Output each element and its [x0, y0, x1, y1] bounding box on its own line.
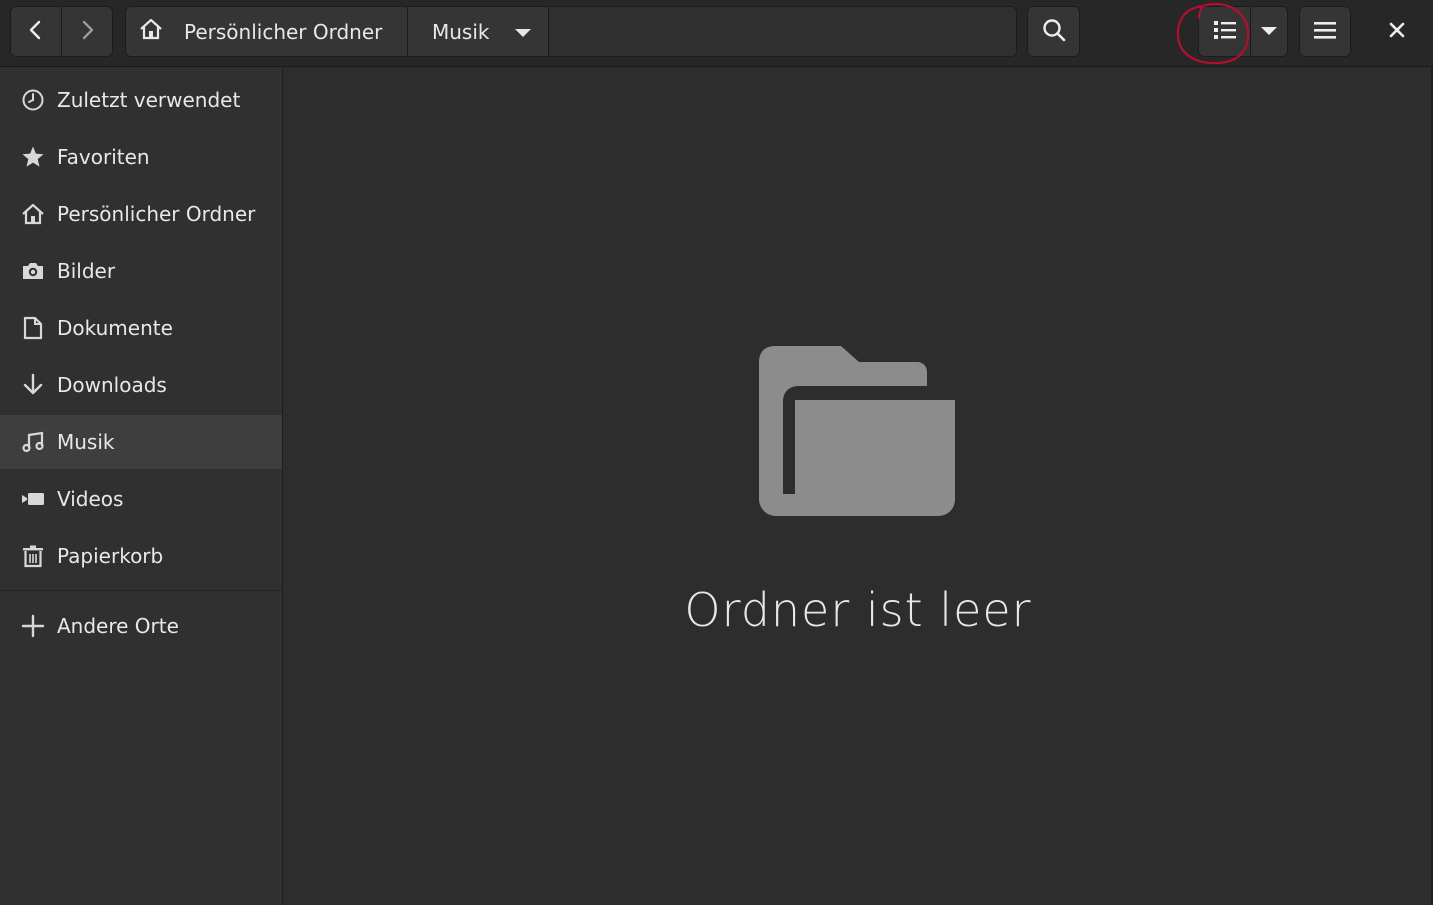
header-bar: Persönlicher Ordner Musik [0, 0, 1433, 67]
breadcrumb-home-label: Persönlicher Ordner [184, 19, 383, 44]
go-forward-icon [76, 19, 98, 45]
home-icon [138, 17, 164, 46]
sidebar-item-downloads[interactable]: Downloads [0, 358, 282, 412]
sidebar-item-other-places[interactable]: Andere Orte [0, 599, 282, 653]
breadcrumb-musik[interactable]: Musik [408, 7, 549, 56]
clock-icon [21, 88, 45, 112]
path-bar: Persönlicher Ordner Musik [125, 6, 1017, 57]
forward-button[interactable] [61, 6, 113, 57]
download-icon [21, 373, 45, 397]
main-menu-button[interactable] [1299, 6, 1351, 57]
search-icon [1042, 18, 1066, 46]
star-icon [21, 145, 45, 169]
sidebar-item-label: Dokumente [57, 316, 173, 340]
sidebar-item-label: Zuletzt verwendet [57, 88, 241, 112]
search-button[interactable] [1027, 6, 1080, 57]
sidebar-item-home[interactable]: Persönlicher Ordner [0, 187, 282, 241]
sidebar-item-documents[interactable]: Dokumente [0, 301, 282, 355]
list-view-icon [1213, 20, 1236, 44]
sidebar-item-videos[interactable]: Videos [0, 472, 282, 526]
video-icon [21, 487, 45, 511]
sidebar-item-label: Bilder [57, 259, 116, 283]
close-button[interactable] [1372, 6, 1422, 57]
plus-icon [21, 614, 45, 638]
breadcrumb-home[interactable]: Persönlicher Ordner [126, 7, 408, 56]
sidebar-item-label: Papierkorb [57, 544, 164, 568]
sidebar-item-label: Videos [57, 487, 124, 511]
path-bar-empty-area [549, 7, 1016, 56]
go-back-icon [25, 19, 47, 45]
sidebar-item-label: Favoriten [57, 145, 150, 169]
hamburger-menu-icon [1313, 20, 1337, 44]
sidebar-separator [0, 590, 282, 591]
sidebar: Zuletzt verwendet Favoriten Persönlicher… [0, 67, 283, 905]
sidebar-item-pictures[interactable]: Bilder [0, 244, 282, 298]
document-icon [21, 316, 45, 340]
music-icon [21, 430, 45, 454]
trash-icon [21, 544, 45, 568]
file-manager-window: Persönlicher Ordner Musik Zuletzt verwen… [0, 0, 1433, 905]
chevron-down-icon [514, 20, 532, 44]
sidebar-item-label: Musik [57, 430, 115, 454]
home-icon [21, 202, 45, 226]
sidebar-item-recent[interactable]: Zuletzt verwendet [0, 73, 282, 127]
empty-folder-message: Ordner ist leer [684, 583, 1032, 637]
breadcrumb-musik-label: Musik [432, 19, 490, 44]
sidebar-item-label: Persönlicher Ordner [57, 202, 256, 226]
list-view-button[interactable] [1198, 6, 1251, 57]
view-options-button[interactable] [1250, 6, 1288, 57]
close-icon [1389, 22, 1405, 42]
sidebar-item-music[interactable]: Musik [0, 415, 282, 469]
folder-icon [759, 346, 955, 516]
sidebar-item-trash[interactable]: Papierkorb [0, 529, 282, 583]
back-button[interactable] [10, 6, 62, 57]
sidebar-item-label: Andere Orte [57, 614, 179, 638]
camera-icon [21, 259, 45, 283]
sidebar-item-label: Downloads [57, 373, 167, 397]
sidebar-item-favorites[interactable]: Favoriten [0, 130, 282, 184]
chevron-down-icon [1260, 22, 1278, 41]
file-view[interactable]: Ordner ist leer [283, 67, 1433, 905]
